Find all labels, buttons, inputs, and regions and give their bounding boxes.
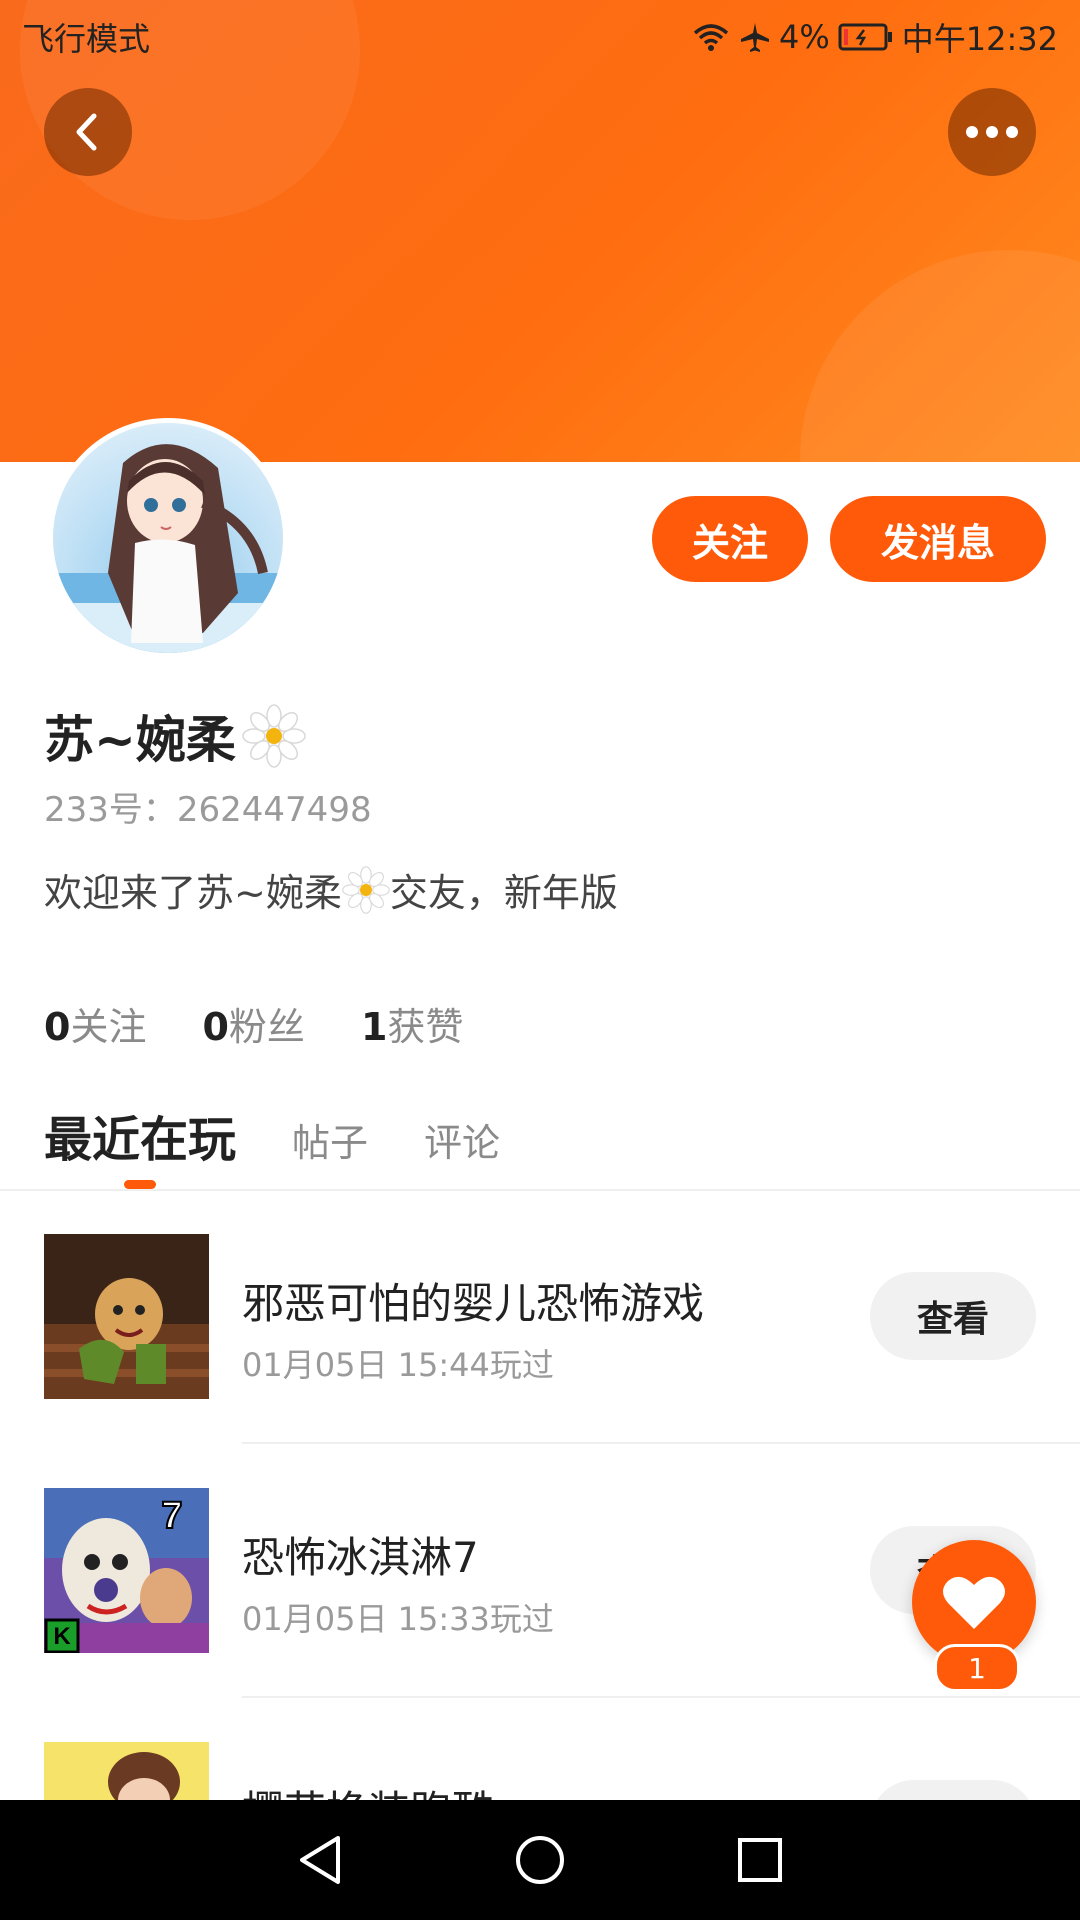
daisy-emoji-icon [342,865,390,914]
heart-icon [943,1576,1005,1629]
profile-stats: 0关注 0粉丝 1获赞 [44,996,463,1051]
banner-decoration [800,250,1080,462]
user-id: 233号：262447498 [44,790,372,830]
game-thumbnail: K 7 [44,1488,209,1653]
game-thumbnail [44,1742,209,1800]
profile-name: 苏~婉柔 [44,700,306,772]
airplane-icon [741,23,769,52]
profile-header-banner [0,0,1080,462]
view-button[interactable]: 查看 [870,1272,1036,1360]
status-icons: 4% 中午12:32 [691,14,1058,60]
following-count: 0 [44,1005,71,1049]
play-time: 01月05日 15:33玩过 [242,1600,554,1638]
follow-button[interactable]: 关注 [652,496,808,582]
divider [242,1442,1080,1444]
profile-bio: 欢迎来了苏~婉柔 交友，新年版 [44,862,618,917]
status-bar: 飞行模式 4% 中午12:32 [0,0,1080,66]
active-tab-indicator [124,1180,156,1189]
likes-label: 获赞 [387,1005,464,1049]
battery-icon [838,23,892,51]
system-navigation-bar [0,1800,1080,1920]
profile-tabs: 最近在玩 帖子 评论 [44,1100,500,1170]
svg-text:K: K [53,1623,71,1650]
nav-back-button[interactable] [290,1830,350,1890]
divider [0,1189,1080,1191]
bio-text-start: 欢迎来了苏~婉柔 [44,871,342,915]
battery-percent: 4% [779,18,830,56]
more-options-button[interactable] [948,88,1036,176]
send-message-button[interactable]: 发消息 [830,496,1046,582]
bio-text-end: 交友，新年版 [389,871,618,915]
airplane-mode-text: 飞行模式 [22,20,151,58]
square-recents-icon [738,1838,782,1882]
profile-name-text: 苏~婉柔 [44,711,236,769]
avatar-illustration [53,444,283,653]
nav-home-button[interactable] [510,1830,570,1890]
divider [242,1696,1080,1698]
game-title: 恐怖冰淇淋7 [242,1533,479,1582]
tab-comments[interactable]: 评论 [424,1112,500,1167]
list-item[interactable]: 邪恶可怕的婴儿恐怖游戏 01月05日 15:44玩过 查看 [0,1234,1080,1488]
triangle-back-icon [300,1836,340,1884]
svg-text:7: 7 [161,1495,182,1537]
list-item[interactable]: 樱花换装跑酷 查看 [0,1742,1080,1800]
view-button[interactable]: 查看 [870,1780,1036,1800]
following-stat[interactable]: 0关注 [44,996,146,1051]
likes-stat[interactable]: 1获赞 [361,996,463,1051]
fans-count: 0 [202,1005,229,1049]
play-time: 01月05日 15:44玩过 [242,1346,554,1384]
circle-home-icon [516,1836,564,1884]
back-button[interactable] [44,88,132,176]
nav-recents-button[interactable] [730,1830,790,1890]
wifi-icon [693,24,729,51]
fans-label: 粉丝 [228,1005,305,1049]
game-thumbnail [44,1234,209,1399]
likes-count: 1 [360,1005,388,1049]
game-title: 邪恶可怕的婴儿恐怖游戏 [242,1279,705,1328]
like-count-badge: 1 [934,1644,1020,1692]
fans-stat[interactable]: 0粉丝 [202,996,304,1051]
tab-recently-played[interactable]: 最近在玩 [44,1100,236,1170]
more-dots-icon [966,126,1018,138]
avatar[interactable] [48,418,288,658]
tab-posts[interactable]: 帖子 [292,1112,368,1167]
daisy-emoji-icon [242,704,306,768]
clock: 中午12:32 [901,20,1058,58]
game-title: 樱花换装跑酷 [242,1778,494,1800]
following-label: 关注 [70,1005,147,1049]
chevron-left-icon [76,113,97,151]
